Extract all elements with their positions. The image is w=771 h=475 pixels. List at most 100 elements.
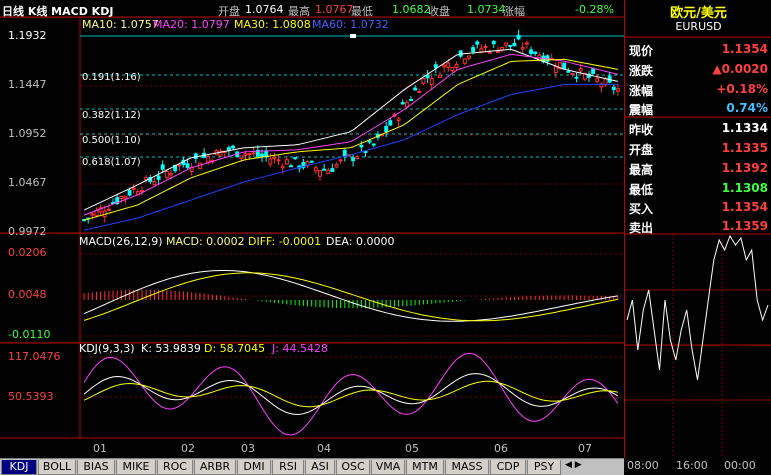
ma60-legend: MA60: 1.0732 — [312, 18, 389, 31]
candle-body — [280, 165, 285, 169]
tab-osc[interactable]: OSC — [336, 460, 370, 475]
quote-row-value: 1.1392 — [721, 161, 768, 175]
candle-body — [479, 48, 484, 53]
candle-body — [520, 47, 525, 50]
candle-body — [413, 87, 418, 91]
candle-body — [553, 66, 558, 74]
candle-body — [152, 181, 157, 186]
x-tick-03: 03 — [241, 442, 255, 455]
candlesticks — [82, 29, 620, 224]
candle-body — [160, 164, 165, 170]
tab-kdj[interactable]: KDJ — [1, 460, 37, 475]
candle-body — [309, 160, 314, 163]
candle-body — [396, 118, 401, 122]
quote-row-value: 1.1308 — [721, 181, 768, 195]
chart-title: 日线 K线 MACD KDJ — [2, 5, 114, 18]
candle-body — [193, 153, 198, 159]
macd-tick-2: 0.0048 — [8, 288, 47, 301]
candle-body — [338, 159, 343, 162]
candle-body — [512, 42, 517, 47]
candle-body — [318, 170, 322, 177]
candle-body — [289, 165, 293, 168]
candle-body — [591, 68, 596, 75]
candle-body — [367, 140, 372, 143]
candle-body — [268, 158, 273, 165]
tab-scroll-arrows-icon[interactable]: ◀ ▶ — [565, 460, 582, 470]
time-tick-3: 00:00 — [724, 459, 756, 472]
candle-body — [508, 44, 513, 47]
fib-label-1: 0.191(1.16) — [82, 72, 141, 83]
candle-body — [127, 189, 132, 196]
kdj-j-value: J: 44.5428 — [272, 342, 328, 355]
macd-value: MACD: 0.0002 — [166, 235, 245, 248]
quote-row-value: 1.1354 — [721, 200, 768, 214]
candle-body — [355, 156, 360, 160]
candle-body — [231, 145, 236, 149]
tab-rsi[interactable]: RSI — [272, 460, 304, 475]
candle-body — [363, 150, 368, 154]
tab-cdp[interactable]: CDP — [490, 460, 526, 475]
tab-mass[interactable]: MASS — [445, 460, 489, 475]
quote-row-label: 涨跌 — [629, 64, 654, 78]
candle-body — [462, 58, 467, 64]
high-value: 1.0767 — [315, 3, 354, 16]
kdj-k-value: K: 53.9839 — [141, 342, 201, 355]
x-tick-04: 04 — [317, 442, 331, 455]
quote-row: 最高 1.1392 — [627, 159, 770, 179]
tab-roc[interactable]: ROC — [157, 460, 193, 475]
tab-arbr[interactable]: ARBR — [194, 460, 236, 475]
candle-body — [251, 152, 256, 155]
kdj-d-value: D: 58.7045 — [204, 342, 266, 355]
ma30-legend: MA30: 1.0808 — [234, 18, 311, 31]
fib-label-4: 0.618(1.07) — [82, 157, 141, 168]
candle-body — [504, 42, 509, 46]
quote-row: 买入 1.1354 — [627, 198, 770, 218]
indicator-tab-bar: KDJ BOLL BIAS MIKE ROC ARBR DMI RSI ASI OSC VMA MTM… — [0, 458, 624, 475]
candle-body — [342, 149, 347, 157]
open-label: 开盘 — [218, 5, 240, 18]
candle-body — [260, 153, 264, 158]
tab-mike[interactable]: MIKE — [116, 460, 156, 475]
close-value: 1.0734 — [467, 3, 506, 16]
diff-value: DIFF: -0.0001 — [248, 235, 322, 248]
candle-body — [466, 55, 471, 59]
candle-body — [123, 195, 128, 199]
candle-body — [417, 91, 422, 94]
tab-asi[interactable]: ASI — [305, 460, 335, 475]
tab-dmi[interactable]: DMI — [237, 460, 271, 475]
candle-body — [106, 208, 111, 211]
kdj-line — [83, 380, 618, 408]
candle-body — [293, 157, 298, 160]
quote-row: 开盘 1.1335 — [627, 139, 770, 159]
candle-body — [359, 144, 364, 148]
tab-psy[interactable]: PSY — [527, 460, 561, 475]
candle-body — [384, 125, 389, 133]
quote-code: EURUSD — [675, 20, 722, 33]
quote-row-label: 最低 — [629, 183, 654, 197]
tab-bias[interactable]: BIAS — [77, 460, 115, 475]
candle-body — [429, 78, 434, 86]
tab-vma[interactable]: VMA — [371, 460, 405, 475]
candle-body — [351, 157, 356, 162]
price-tick-2: 1.1447 — [8, 78, 47, 91]
candle-body — [334, 163, 339, 168]
candle-body — [425, 75, 430, 79]
candle-body — [491, 40, 496, 45]
quote-row-label: 开盘 — [629, 143, 654, 157]
quote-row: 昨收 1.1334 — [627, 119, 770, 139]
candle-body — [169, 173, 173, 176]
candle-body — [313, 167, 318, 172]
candle-body — [119, 195, 124, 199]
candle-body — [247, 153, 252, 156]
candle-body — [574, 76, 579, 79]
candle-body — [177, 164, 182, 167]
candle-body — [185, 163, 190, 168]
quote-row-label: 最高 — [629, 163, 654, 177]
x-tick-05: 05 — [405, 442, 419, 455]
candle-body — [442, 64, 447, 68]
quote-row: 涨跌 ▲0.0020 — [627, 60, 770, 80]
low-value: 1.0682 — [392, 3, 431, 16]
tab-mtm[interactable]: MTM — [406, 460, 444, 475]
candle-body — [475, 41, 480, 45]
tab-boll[interactable]: BOLL — [38, 460, 76, 475]
